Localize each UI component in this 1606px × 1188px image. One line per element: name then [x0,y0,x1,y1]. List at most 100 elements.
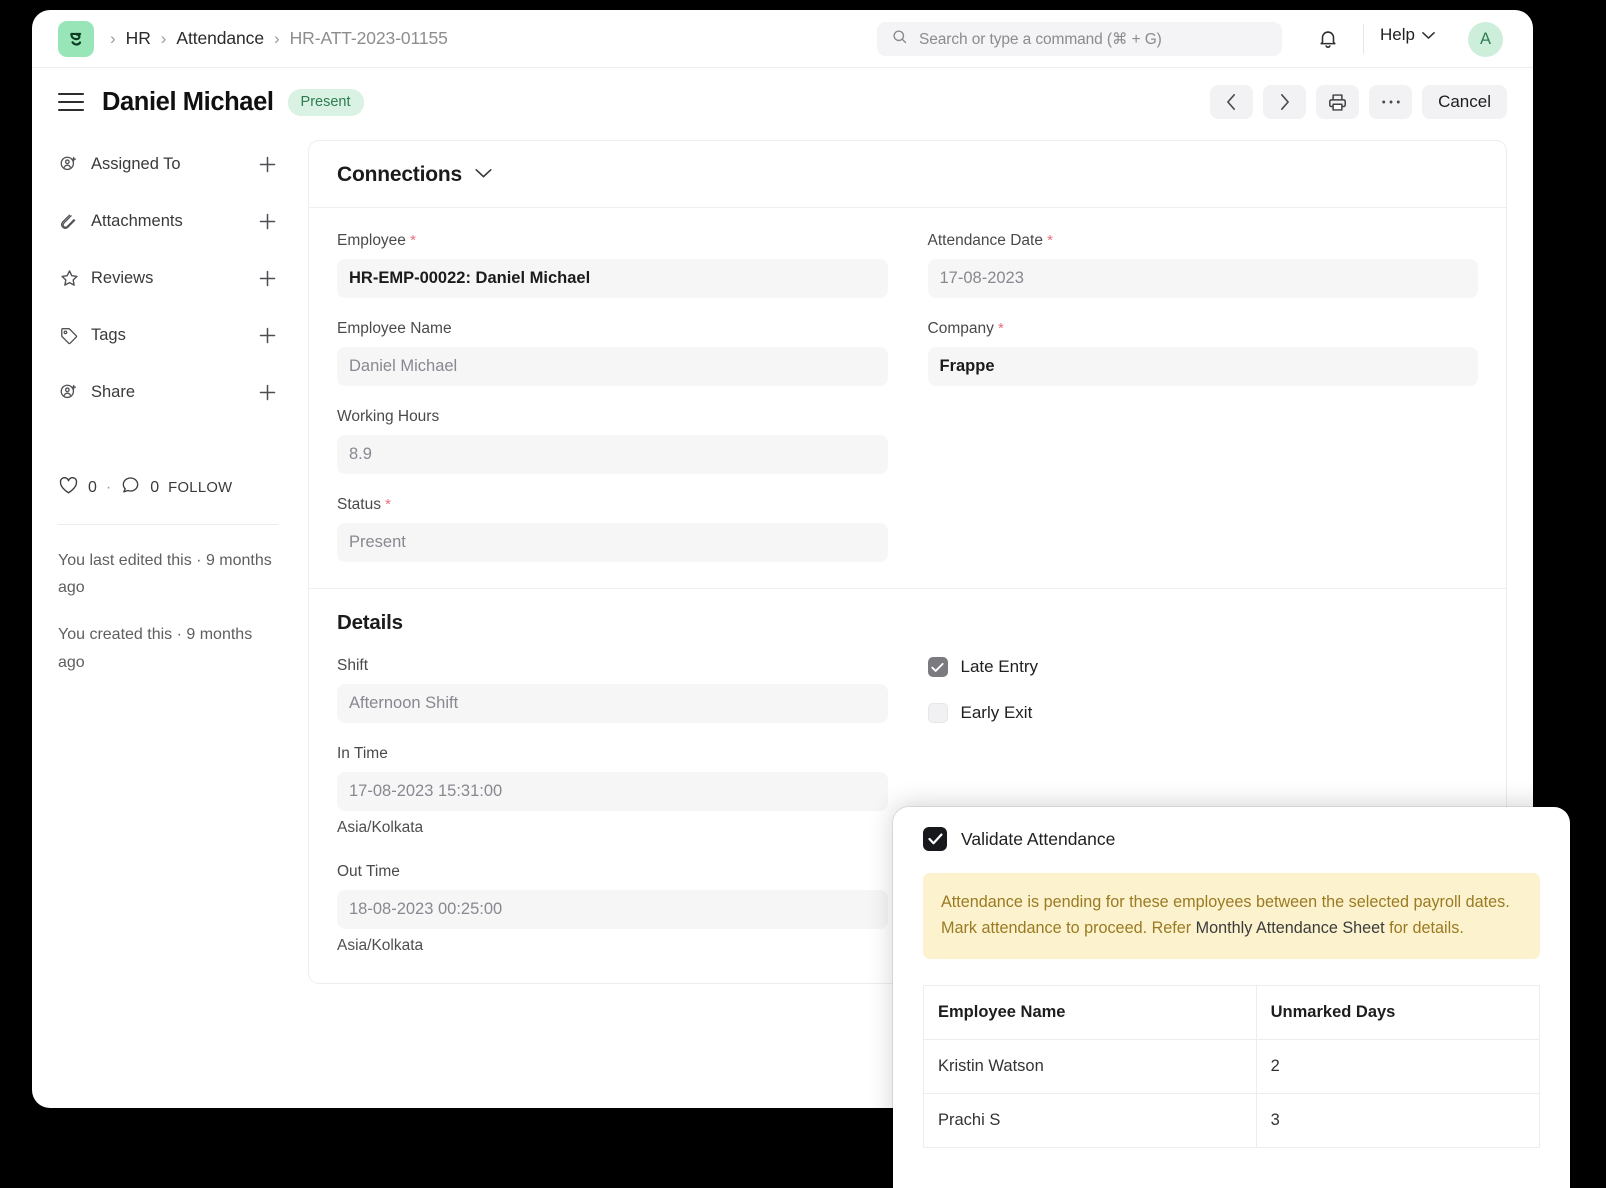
ellipsis-icon[interactable] [1369,85,1412,119]
comment-icon[interactable] [120,475,141,500]
paperclip-icon [58,212,80,232]
heart-icon[interactable] [58,476,79,500]
breadcrumb-item-current: HR-ATT-2023-01155 [290,28,448,49]
column-header-unmarked-days: Unmarked Days [1256,986,1539,1040]
star-icon [58,268,80,289]
connections-right-column: Attendance Date * 17-08-2023 Company * F… [928,232,1479,562]
details-title: Details [337,611,1478,635]
printer-icon[interactable] [1316,85,1359,119]
details-left-column: Shift Afternoon Shift In Time 17-08-2023… [337,657,888,955]
chevron-down-icon[interactable] [475,166,492,184]
screen-root: › HR › Attendance › HR-ATT-2023-01155 Se… [0,0,1606,1188]
in-time-input[interactable]: 17-08-2023 15:31:00 [337,772,888,811]
comment-count: 0 [150,479,159,497]
cancel-button[interactable]: Cancel [1422,85,1507,119]
sidebar-item-label: Share [91,383,135,402]
employee-name-input[interactable]: Daniel Michael [337,347,888,386]
shift-input[interactable]: Afternoon Shift [337,684,888,723]
cell-employee-name: Prachi S [924,1094,1257,1148]
validate-attendance-panel: Validate Attendance Attendance is pendin… [893,807,1570,1188]
bell-icon[interactable] [1317,27,1339,55]
help-menu-button[interactable]: Help [1380,25,1435,45]
next-document-button[interactable] [1263,85,1306,119]
field-employee-name: Employee Name Daniel Michael [337,320,888,386]
column-header-employee-name: Employee Name [924,986,1257,1040]
search-input[interactable]: Search or type a command (⌘ + G) [877,22,1282,56]
sidebar-item-reviews[interactable]: Reviews [58,258,278,299]
out-time-input[interactable]: 18-08-2023 00:25:00 [337,890,888,929]
frappe-logo-icon[interactable] [58,21,94,57]
attendance-date-input[interactable]: 17-08-2023 [928,259,1479,298]
breadcrumb-item-hr[interactable]: HR [126,28,151,49]
field-status: Status * Present [337,496,888,562]
alert-text-after: for details. [1385,919,1464,937]
table-row[interactable]: Prachi S 3 [924,1094,1540,1148]
checkmark-icon [928,657,948,677]
checkmark-icon [923,827,947,851]
like-count: 0 [88,479,97,497]
page-actions: Cancel [1210,85,1507,119]
created-text: You created this · 9 months ago [58,621,278,675]
monthly-attendance-sheet-link[interactable]: Monthly Attendance Sheet [1196,919,1385,937]
working-hours-input[interactable]: 8.9 [337,435,888,474]
field-in-time: In Time 17-08-2023 15:31:00 Asia/Kolkata [337,745,888,837]
sidebar-item-assigned-to[interactable]: Assigned To [58,144,278,185]
sidebar: Assigned To Attachments [32,136,300,984]
prev-document-button[interactable] [1210,85,1253,119]
field-working-hours: Working Hours 8.9 [337,408,888,474]
table-row[interactable]: Kristin Watson 2 [924,1040,1540,1094]
plus-icon[interactable] [256,326,278,345]
checkbox-late-entry[interactable]: Late Entry [928,657,1479,677]
avatar[interactable]: A [1468,22,1503,57]
sidebar-item-label: Tags [91,326,126,345]
checkbox-label: Late Entry [961,657,1039,677]
plus-icon[interactable] [256,269,278,288]
attendance-pending-alert: Attendance is pending for these employee… [923,873,1540,959]
field-label: Out Time [337,863,888,881]
field-label: Working Hours [337,408,888,426]
sidebar-item-attachments[interactable]: Attachments [58,201,278,242]
employee-input[interactable]: HR-EMP-00022: Daniel Michael [337,259,888,298]
checkbox-box [928,703,948,723]
checkbox-early-exit[interactable]: Early Exit [928,703,1479,723]
sidebar-divider [58,524,278,525]
page-title: Daniel Michael [102,88,274,117]
navbar-divider [1363,24,1364,54]
sidebar-item-share[interactable]: Share [58,372,278,413]
hamburger-icon[interactable] [58,93,84,111]
plus-icon[interactable] [256,212,278,231]
breadcrumb-item-attendance[interactable]: Attendance [176,28,264,49]
connections-left-column: Employee * HR-EMP-00022: Daniel Michael … [337,232,888,562]
checkbox-label: Early Exit [961,703,1033,723]
required-marker: * [1043,232,1053,249]
last-edited-text: You last edited this · 9 months ago [58,547,278,601]
connections-title: Connections [337,163,462,187]
checkbox-validate-attendance[interactable]: Validate Attendance [923,807,1540,851]
unmarked-attendance-table: Employee Name Unmarked Days Kristin Wats… [923,985,1540,1148]
required-marker: * [994,320,1004,337]
sidebar-item-label: Reviews [91,269,153,288]
field-label: Shift [337,657,888,675]
table-header: Employee Name Unmarked Days [924,986,1540,1040]
field-label: Company * [928,320,1479,338]
required-marker: * [406,232,416,249]
field-out-time: Out Time 18-08-2023 00:25:00 Asia/Kolkat… [337,863,888,955]
search-icon [891,28,908,50]
breadcrumb-separator-0: › [110,30,116,47]
sidebar-item-tags[interactable]: Tags [58,315,278,356]
connections-section-header[interactable]: Connections [309,141,1506,208]
status-input[interactable]: Present [337,523,888,562]
help-label: Help [1380,25,1415,45]
company-input[interactable]: Frappe [928,347,1479,386]
tag-icon [58,326,80,346]
cell-unmarked-days: 3 [1256,1094,1539,1148]
sidebar-item-label: Attachments [91,212,183,231]
field-label: Attendance Date * [928,232,1479,250]
table-body: Kristin Watson 2 Prachi S 3 [924,1040,1540,1148]
sidebar-item-label: Assigned To [91,155,181,174]
follow-button[interactable]: FOLLOW [168,480,232,496]
connections-fields: Employee * HR-EMP-00022: Daniel Michael … [309,208,1506,588]
page-header: Daniel Michael Present [32,68,1533,136]
plus-icon[interactable] [256,383,278,402]
plus-icon[interactable] [256,155,278,174]
